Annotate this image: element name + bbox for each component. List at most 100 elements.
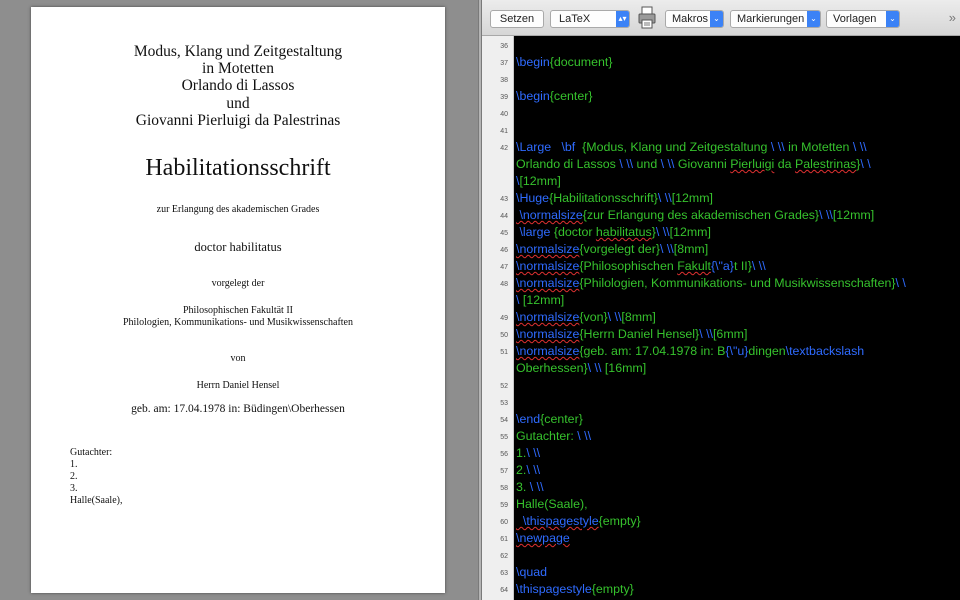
code-token: \ \: [895, 276, 906, 290]
code-token: {zur Erlangung des akademischen Grades}: [582, 208, 820, 222]
code-token: \ \\: [819, 208, 833, 222]
code-token: {empty}: [591, 582, 634, 596]
source-editor-pane: Setzen LaTeX ▴▾ Makros ⌄ Markierungen ⌄ …: [482, 0, 960, 600]
code-token: {center}: [549, 89, 593, 103]
line-number: 50: [500, 332, 508, 339]
printer-icon[interactable]: [638, 6, 656, 30]
departments-text: Philologien, Kommunikations- und Musikwi…: [123, 317, 353, 328]
chevron-down-icon: ⌄: [807, 11, 820, 27]
code-token: \Huge: [516, 191, 550, 205]
code-line: \normalsize{von}\ \\[8mm]: [516, 309, 656, 326]
code-token: 2.: [516, 463, 527, 477]
author-text: Herrn Daniel Hensel: [196, 380, 280, 391]
line-number: 58: [500, 485, 508, 492]
erlangung-text: zur Erlangung des akademischen Grades: [156, 204, 320, 215]
pdf-preview-pane[interactable]: Modus, Klang und Zeitgestaltung in Motet…: [0, 0, 478, 600]
code-token: \ \\: [751, 259, 766, 273]
code-token: \end: [516, 412, 541, 426]
code-line: 2.\ \\: [516, 462, 540, 479]
select-arrows-icon: ▴▾: [616, 11, 629, 27]
line-number-gutter: 36 37 38 39 40 41 42 43 44 45 46 47 48 4…: [482, 36, 514, 600]
code-token: \ \\: [655, 225, 670, 239]
code-token: Fakult: [677, 259, 711, 273]
line-number: 56: [500, 451, 508, 458]
line-number: 52: [500, 383, 508, 390]
code-line: \ [12mm]: [516, 292, 564, 309]
code-token: {\"u}: [725, 344, 749, 358]
line-number: 38: [500, 77, 508, 84]
code-token: [8mm]: [673, 242, 709, 256]
code-text-area[interactable]: \begin{document} \begin{center} \Large \…: [514, 36, 960, 600]
code-token: {Herrn Daniel Hensel}: [579, 327, 700, 341]
code-token: \thispagestyle: [516, 514, 599, 528]
code-line: \normalsize{Philosophischen Fakult{\"a}t…: [516, 258, 766, 275]
title-line: und: [226, 95, 250, 112]
format-select[interactable]: LaTeX ▴▾: [550, 10, 630, 28]
code-token: Oberhessen}: [516, 361, 588, 375]
code-line: \normalsize{Herrn Daniel Hensel}\ \\[6mm…: [516, 326, 747, 343]
code-token: \ \\: [770, 140, 785, 154]
faculty-text: Philosophischen Fakultät II: [183, 305, 293, 316]
chevron-down-icon: ⌄: [710, 11, 723, 27]
code-token: \ \\: [577, 429, 592, 443]
code-line: Oberhessen}\ \\ [16mm]: [516, 360, 646, 377]
code-token: {center}: [540, 412, 583, 426]
code-line: \newpage: [516, 530, 570, 547]
code-line: Gutachter: \ \\: [516, 428, 591, 445]
code-token: [12mm]: [519, 174, 561, 188]
setzen-button[interactable]: Setzen: [490, 10, 544, 28]
code-line: \end{center}: [516, 411, 583, 428]
code-token: \ \\: [657, 191, 672, 205]
code-token: und: [633, 157, 661, 171]
line-number: 37: [500, 60, 508, 67]
line-number: 44: [500, 213, 508, 220]
code-token: \ \\: [852, 140, 867, 154]
code-token: Pierluigi: [730, 157, 775, 171]
code-token: [12mm]: [832, 208, 875, 222]
degree-text: doctor habilitatus: [194, 240, 282, 254]
code-line: \thispagestyle{empty}: [516, 581, 634, 598]
code-line: \normalsize{vorgelegt der}\ \\[8mm]: [516, 241, 708, 258]
chevron-double-right-icon[interactable]: »: [949, 10, 956, 25]
code-token: \Large \bf: [516, 140, 576, 154]
code-token: [12mm]: [669, 225, 711, 239]
code-token: \begin: [516, 55, 550, 69]
code-line: \quad: [516, 564, 547, 581]
line-number: 43: [500, 196, 508, 203]
code-line: \[12mm]: [516, 173, 561, 190]
code-token: \ \\: [660, 157, 675, 171]
vorlagen-menu[interactable]: Vorlagen ⌄: [826, 10, 900, 28]
gutachter-3: 3.: [70, 483, 78, 494]
code-token: \newpage: [516, 531, 570, 545]
code-token: 3.: [516, 480, 530, 494]
line-number: 46: [500, 247, 508, 254]
line-number: 40: [500, 111, 508, 118]
code-token: \quad: [516, 565, 548, 579]
code-token: {Philosophischen: [579, 259, 678, 273]
line-number: 41: [500, 128, 508, 135]
makros-menu[interactable]: Makros ⌄: [665, 10, 724, 28]
code-token: \ \\: [619, 157, 634, 171]
code-line: \normalsize{Philologien, Kommunikations-…: [516, 275, 906, 292]
code-token: \ \\: [607, 310, 622, 324]
line-number: 48: [500, 281, 508, 288]
code-token: [12mm]: [519, 293, 565, 307]
pdf-page: Modus, Klang und Zeitgestaltung in Motet…: [31, 7, 445, 593]
code-token: \normalsize: [516, 276, 580, 290]
code-token: [8mm]: [621, 310, 656, 324]
line-number: 49: [500, 315, 508, 322]
line-number: 53: [500, 400, 508, 407]
code-token: \normalsize: [516, 208, 583, 222]
line-number: 51: [500, 349, 508, 356]
code-line: \Huge{Habilitationsschrift}\ \\[12mm]: [516, 190, 713, 207]
code-line: Halle(Saale),: [516, 496, 588, 513]
markierungen-menu[interactable]: Markierungen ⌄: [730, 10, 821, 28]
code-token: {doctor: [550, 225, 596, 239]
code-token: [6mm]: [712, 327, 748, 341]
code-line: \Large \bf {Modus, Klang und Zeitgestalt…: [516, 139, 867, 156]
code-token: \ \\: [587, 361, 602, 375]
code-line: \large {doctor habilitatus}\ \\[12mm]: [516, 224, 711, 241]
line-number: 36: [500, 43, 508, 50]
huge-title: Habilitationsschrift: [145, 155, 331, 181]
code-token: \ \\: [659, 242, 674, 256]
